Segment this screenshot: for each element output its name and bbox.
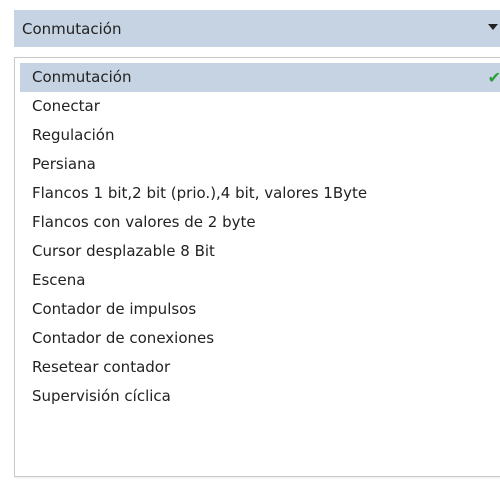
option-resetear-contador[interactable]: Resetear contador (20, 353, 500, 382)
option-persiana[interactable]: Persiana (20, 150, 500, 179)
option-label: Conmutación (32, 68, 132, 86)
option-conmutacion[interactable]: Conmutación ✔ (20, 63, 500, 92)
option-regulacion[interactable]: Regulación (20, 121, 500, 150)
checkmark-icon: ✔ (487, 68, 500, 87)
option-label: Conectar (32, 97, 100, 115)
option-escena[interactable]: Escena (20, 266, 500, 295)
option-cursor-8bit[interactable]: Cursor desplazable 8 Bit (20, 237, 500, 266)
option-contador-conexiones[interactable]: Contador de conexiones (20, 324, 500, 353)
option-label: Flancos 1 bit,2 bit (prio.),4 bit, valor… (32, 184, 368, 202)
option-label: Supervisión cíclica (32, 387, 171, 405)
option-label: Escena (32, 271, 86, 289)
option-label: Persiana (32, 155, 96, 173)
option-conectar[interactable]: Conectar (20, 92, 500, 121)
dropdown-screen: Conmutación Conmutación ✔ Conectar Regul… (0, 0, 500, 483)
option-flancos-2byte[interactable]: Flancos con valores de 2 byte (20, 208, 500, 237)
option-label: Resetear contador (32, 358, 171, 376)
option-label: Flancos con valores de 2 byte (32, 213, 256, 231)
option-supervision-ciclica[interactable]: Supervisión cíclica (20, 382, 500, 411)
option-label: Contador de impulsos (32, 300, 197, 318)
triangle-down-icon[interactable] (488, 24, 498, 30)
option-label: Contador de conexiones (32, 329, 215, 347)
option-label: Regulación (32, 126, 115, 144)
dropdown-list: Conmutación ✔ Conectar Regulación Persia… (14, 57, 500, 477)
options-list: Conmutación ✔ Conectar Regulación Persia… (15, 58, 500, 411)
option-contador-impulsos[interactable]: Contador de impulsos (20, 295, 500, 324)
function-select[interactable]: Conmutación (14, 10, 500, 47)
option-label: Cursor desplazable 8 Bit (32, 242, 215, 260)
option-flancos-bits[interactable]: Flancos 1 bit,2 bit (prio.),4 bit, valor… (20, 179, 500, 208)
select-value: Conmutación (22, 19, 122, 38)
